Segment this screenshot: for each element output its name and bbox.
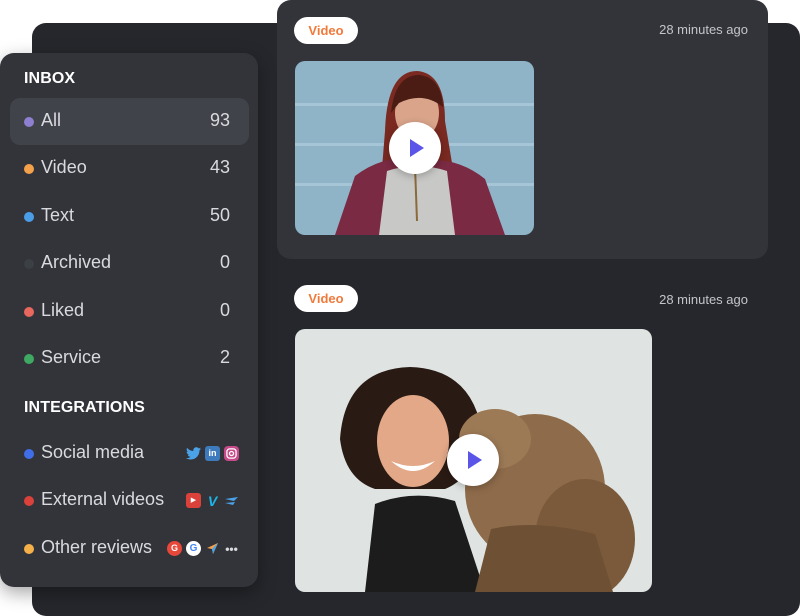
dot-icon bbox=[24, 117, 34, 127]
sidebar-item-service[interactable]: Service 2 bbox=[10, 335, 249, 382]
video-platform-icons: ▶ V bbox=[186, 493, 239, 508]
dot-icon bbox=[24, 544, 34, 554]
sidebar-item-liked[interactable]: Liked 0 bbox=[10, 288, 249, 335]
sidebar-item-count: 0 bbox=[219, 252, 230, 272]
integrations-heading: INTEGRATIONS bbox=[24, 399, 145, 416]
video-thumbnail[interactable] bbox=[295, 329, 652, 592]
feed-card: Video 28 minutes ago bbox=[277, 0, 768, 259]
dot-icon bbox=[24, 496, 34, 506]
capterra-icon bbox=[205, 541, 220, 556]
sidebar-item-count: 0 bbox=[219, 300, 230, 320]
dot-icon bbox=[24, 259, 34, 269]
video-thumbnail[interactable] bbox=[295, 61, 534, 235]
sidebar-item-video[interactable]: Video 43 bbox=[10, 145, 249, 192]
sidebar-item-label: External videos bbox=[41, 489, 165, 509]
sidebar-item-label: Archived bbox=[41, 252, 112, 272]
sidebar-item-external-videos[interactable]: External videos ▶ V bbox=[10, 477, 249, 524]
dot-icon bbox=[24, 212, 34, 222]
more-icon[interactable]: ••• bbox=[224, 541, 239, 556]
dot-icon bbox=[24, 307, 34, 317]
dot-icon bbox=[24, 449, 34, 459]
sidebar-item-label: Social media bbox=[41, 442, 145, 462]
video-badge: Video bbox=[294, 17, 358, 44]
g2-icon: G bbox=[167, 541, 182, 556]
sidebar-item-count: 2 bbox=[219, 347, 230, 367]
inbox-heading: INBOX bbox=[24, 70, 76, 87]
sidebar-item-social-media[interactable]: Social media in bbox=[10, 430, 249, 477]
sidebar-item-archived[interactable]: Archived 0 bbox=[10, 240, 249, 287]
social-icons: in bbox=[186, 446, 239, 461]
wistia-icon bbox=[224, 493, 239, 508]
review-site-icons: G G ••• bbox=[167, 541, 239, 556]
play-icon bbox=[410, 139, 424, 157]
sidebar-item-label: Other reviews bbox=[41, 537, 153, 557]
dot-icon bbox=[24, 164, 34, 174]
video-badge: Video bbox=[294, 285, 358, 312]
sidebar-item-label: Text bbox=[41, 205, 75, 225]
dot-icon bbox=[24, 354, 34, 364]
timestamp: 28 minutes ago bbox=[659, 22, 748, 37]
youtube-icon: ▶ bbox=[186, 493, 201, 508]
instagram-icon bbox=[224, 446, 239, 461]
sidebar-item-text[interactable]: Text 50 bbox=[10, 193, 249, 240]
vimeo-icon: V bbox=[207, 492, 218, 509]
sidebar-item-count: 50 bbox=[209, 205, 230, 225]
twitter-icon bbox=[186, 446, 201, 461]
sidebar-item-label: Liked bbox=[41, 300, 85, 320]
sidebar-item-count: 43 bbox=[209, 157, 230, 177]
sidebar: INBOX All 93 Video 43 Text 50 Archived 0… bbox=[0, 53, 258, 587]
sidebar-item-all[interactable]: All 93 bbox=[10, 98, 249, 145]
sidebar-item-label: Video bbox=[41, 157, 87, 177]
google-icon: G bbox=[186, 541, 201, 556]
sidebar-item-label: Service bbox=[41, 347, 102, 367]
play-button[interactable] bbox=[389, 122, 441, 174]
sidebar-item-count: 93 bbox=[209, 110, 230, 130]
timestamp: 28 minutes ago bbox=[659, 292, 748, 307]
sidebar-item-other-reviews[interactable]: Other reviews G G ••• bbox=[10, 525, 249, 572]
sidebar-item-label: All bbox=[41, 110, 62, 130]
play-button[interactable] bbox=[447, 434, 499, 486]
linkedin-icon: in bbox=[205, 446, 220, 461]
play-icon bbox=[468, 451, 482, 469]
